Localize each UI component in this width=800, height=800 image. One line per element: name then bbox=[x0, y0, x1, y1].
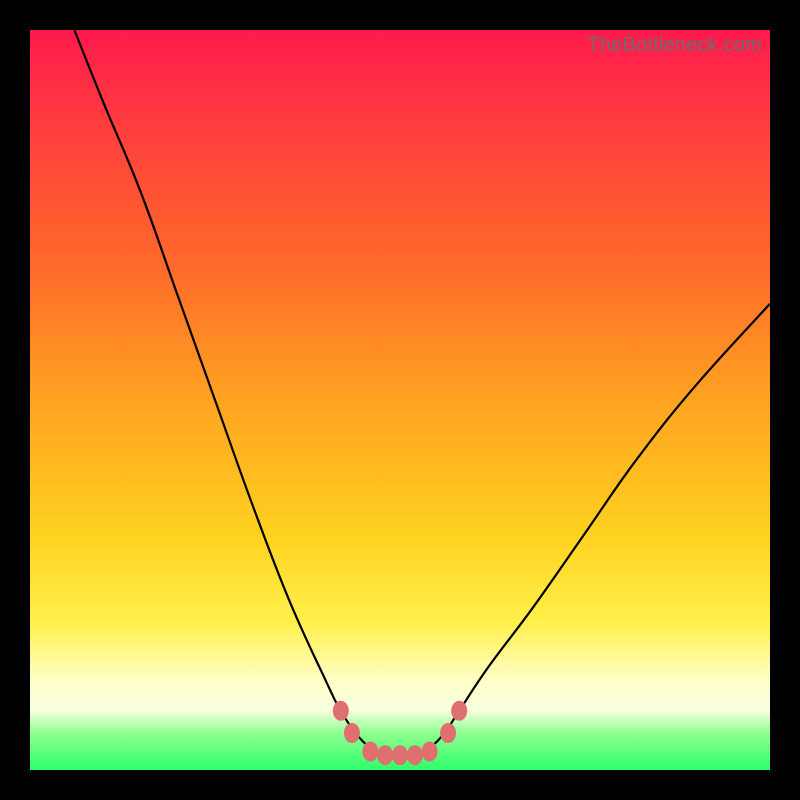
curve-marker bbox=[451, 701, 467, 721]
plot-area: TheBottleneck.com bbox=[30, 30, 770, 770]
chart-frame: TheBottleneck.com bbox=[0, 0, 800, 800]
curve-marker bbox=[392, 745, 408, 765]
curve-markers bbox=[333, 701, 467, 765]
curve-marker bbox=[422, 742, 438, 762]
curve-marker bbox=[344, 723, 360, 743]
curve-marker bbox=[377, 745, 393, 765]
curve-marker bbox=[362, 742, 378, 762]
curve-marker bbox=[333, 701, 349, 721]
curve-svg bbox=[30, 30, 770, 770]
curve-marker bbox=[440, 723, 456, 743]
curve-marker bbox=[407, 745, 423, 765]
bottleneck-curve bbox=[74, 30, 770, 756]
watermark-text: TheBottleneck.com bbox=[587, 34, 762, 57]
